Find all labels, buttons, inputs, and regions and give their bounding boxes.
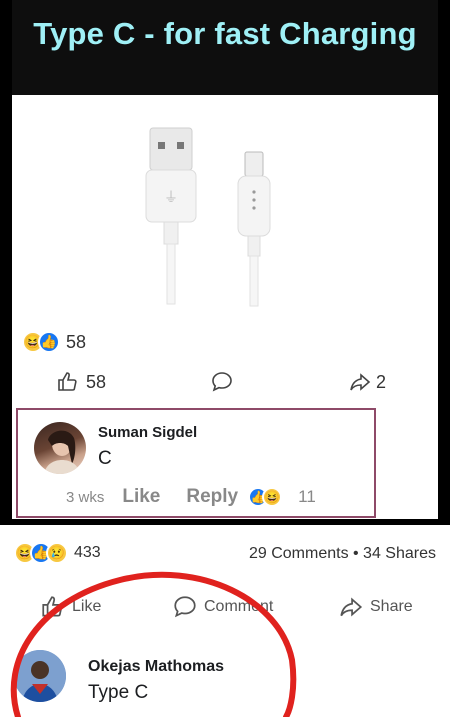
inner-share-button[interactable]: 2 (348, 370, 386, 394)
inner-action-bar: 58 2 (0, 370, 426, 398)
comment-text: Type C (88, 682, 149, 703)
comment-bubble-icon (174, 596, 196, 618)
comment-label: Comment (204, 598, 274, 615)
share-arrow-icon (350, 373, 371, 391)
like-reaction-icon: 👍 (38, 331, 60, 353)
highlighted-comment: Suman Sigdel C 3 wks Like Reply 👍 😆 11 (16, 408, 376, 518)
share-button[interactable]: Share (338, 594, 413, 620)
inner-reactions-summary[interactable]: 😆 👍 58 (22, 330, 86, 354)
inner-like-button[interactable]: 58 (56, 370, 106, 394)
haha-reaction-icon: 😆 (262, 487, 283, 507)
comment-reaction-count: 11 (298, 487, 316, 506)
red-annotation-circle (10, 571, 297, 717)
post-banner: Type C - for fast Charging (12, 0, 438, 95)
inner-share-count: 2 (376, 371, 387, 392)
comment-button[interactable]: Comment (172, 594, 273, 620)
banner-title: Type C - for fast Charging (33, 16, 417, 51)
svg-text:⏚: ⏚ (164, 190, 178, 206)
comment-bubble-icon (212, 372, 232, 392)
inner-reaction-count: 58 (66, 331, 87, 352)
comment-reply-button[interactable]: Reply (186, 486, 238, 508)
thumbs-up-icon (42, 596, 63, 617)
thumbs-up-icon (58, 372, 77, 391)
like-button[interactable]: Like (40, 594, 101, 620)
avatar[interactable] (14, 650, 66, 702)
avatar[interactable] (34, 422, 86, 474)
comment-text: C (98, 448, 112, 469)
comment-like-button[interactable]: Like (122, 486, 160, 508)
outer-action-bar: Like Comment Share (0, 594, 450, 624)
comments-shares-stats[interactable]: 29 Comments • 34 Shares (249, 545, 436, 563)
outer-reaction-count: 433 (74, 544, 101, 561)
share-label: Share (370, 598, 413, 615)
usb-type-c-cable-image: ⏚ (145, 127, 271, 307)
comment-author[interactable]: Suman Sigdel (98, 424, 197, 441)
comment-meta: 3 wks Like Reply 👍 😆 11 (66, 486, 316, 508)
inner-like-count: 58 (86, 371, 107, 392)
share-arrow-icon (340, 597, 363, 617)
outer-reactions-summary[interactable]: 😆 👍 😢 433 (14, 542, 101, 564)
comment-timestamp[interactable]: 3 wks (66, 489, 104, 506)
sad-reaction-icon: 😢 (46, 542, 68, 564)
like-label: Like (72, 598, 102, 615)
comment-author[interactable]: Okejas Mathomas (88, 658, 224, 676)
comment-reactions[interactable]: 👍 😆 (248, 487, 283, 507)
inner-comment-button[interactable] (210, 370, 234, 394)
